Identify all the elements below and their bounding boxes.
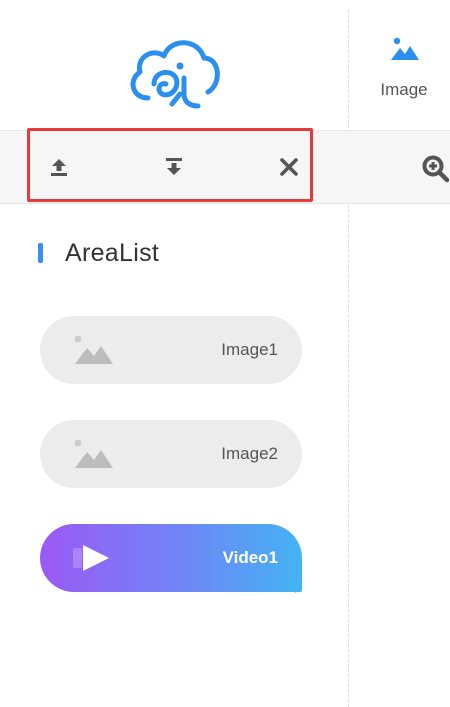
image-icon [73,334,115,371]
image-icon [390,36,420,67]
image-icon [73,438,115,475]
cloud-logo-icon [124,28,224,118]
list-item-video1[interactable]: Video1 [40,524,302,592]
list-item-image1[interactable]: Image1 [40,316,302,384]
panel-divider [348,10,350,707]
list-item-label: Image1 [221,340,278,359]
image-tool-button[interactable]: Image [364,28,444,118]
list-item-label: Video1 [222,548,278,567]
zoom-in-icon[interactable] [421,154,450,184]
toolbar-highlight [27,128,313,202]
list-item-image2[interactable]: Image2 [40,420,302,488]
image-tool-label: Image [380,80,428,99]
list-item-label: Image2 [221,444,278,463]
heading-accent-bar [38,243,43,263]
video-icon [73,542,115,579]
area-list-heading: AreaList [38,238,159,268]
video-pill-tail [282,583,302,593]
area-list-title: AreaList [65,238,160,267]
